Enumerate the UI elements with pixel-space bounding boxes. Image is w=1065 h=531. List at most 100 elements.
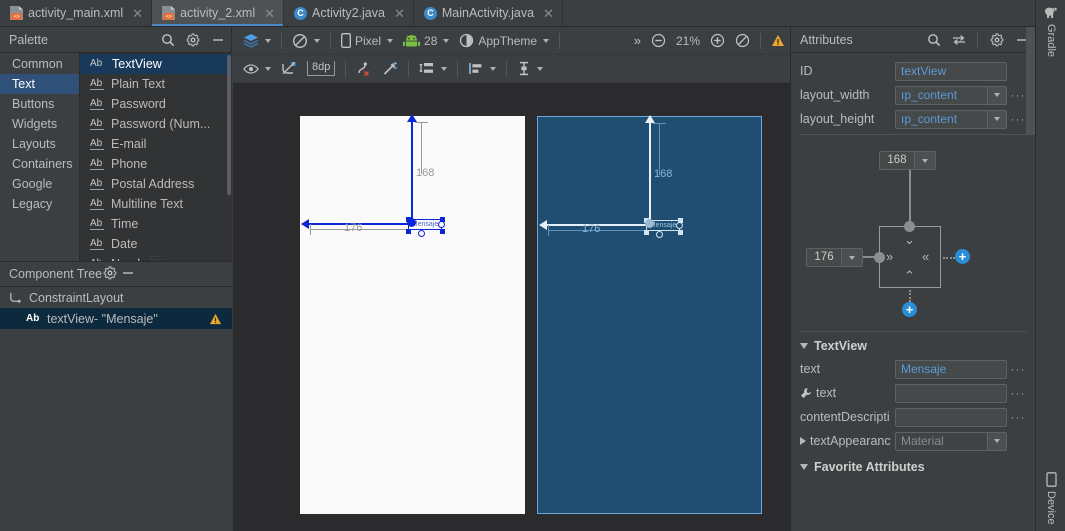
api-level-selector[interactable]: 28 — [398, 30, 454, 52]
tools-text-more-button[interactable]: ··· — [1007, 386, 1029, 400]
gear-icon[interactable] — [185, 32, 200, 47]
close-icon[interactable]: ✕ — [394, 7, 405, 20]
layout-width-combo[interactable]: ıp_content — [895, 86, 1007, 105]
palette-category-google[interactable]: Google — [0, 174, 79, 194]
layout-height-combo[interactable]: ıp_content — [895, 110, 1007, 129]
right-anchor[interactable] — [438, 221, 445, 228]
palette-item-phone[interactable]: Ab Phone — [80, 154, 232, 174]
tree-node-constraintlayout[interactable]: ConstraintLayout — [0, 287, 232, 308]
infer-constraints-button[interactable] — [377, 58, 403, 80]
zoom-out-button[interactable] — [646, 30, 671, 52]
theme-selector[interactable]: AppTheme — [454, 30, 554, 52]
minimize-icon[interactable] — [210, 32, 225, 47]
wrap-content-vertical-icon[interactable]: ⌄ — [904, 233, 915, 246]
toggle-view-icon[interactable] — [951, 32, 966, 47]
palette-category-common[interactable]: Common — [0, 54, 79, 74]
palette-item-multiline-text[interactable]: Ab Multiline Text — [80, 194, 232, 214]
resize-handle-br[interactable] — [678, 230, 683, 235]
palette-category-text[interactable]: Text — [0, 74, 79, 94]
text-more-button[interactable]: ··· — [1007, 362, 1029, 376]
palette-item-postal-address[interactable]: Ab Postal Address — [80, 174, 232, 194]
close-icon[interactable]: ✕ — [132, 7, 143, 20]
zoom-to-fit-button[interactable] — [730, 30, 755, 52]
search-icon[interactable] — [926, 32, 941, 47]
text-appearance-combo[interactable]: Material — [895, 432, 1007, 451]
editor-tab-3[interactable]: C MainActivity.java ✕ — [414, 0, 563, 26]
resize-handle-bl[interactable] — [406, 229, 411, 234]
editor-tab-2[interactable]: C Activity2.java ✕ — [284, 0, 414, 26]
palette-category-layouts[interactable]: Layouts — [0, 134, 79, 154]
right-anchor[interactable] — [676, 222, 683, 229]
resize-handle-bl[interactable] — [644, 230, 649, 235]
issue-warning-button[interactable] — [766, 30, 790, 52]
default-margin-button[interactable]: 8dp — [302, 58, 340, 80]
device-tool-tab[interactable]: Device — [1036, 472, 1065, 525]
distribute-button[interactable] — [512, 58, 548, 80]
toolbar-overflow-button[interactable]: » — [629, 30, 646, 52]
add-constraint-icon[interactable]: + — [955, 249, 970, 264]
add-constraint-icon[interactable]: + — [902, 302, 917, 317]
view-options-button[interactable] — [238, 58, 276, 80]
blueprint-preview[interactable]: 168 176 Mensaje — [537, 116, 762, 514]
device-selector[interactable]: Pixel — [336, 30, 398, 52]
constraint-widget[interactable]: 168 176 ⌄ ⌃ » « + + — [791, 138, 1035, 328]
textfield-icon: Ab — [90, 159, 104, 170]
top-margin-control[interactable]: 168 — [879, 151, 936, 170]
top-anchor[interactable] — [645, 219, 654, 228]
guidelines-button[interactable] — [414, 58, 452, 80]
tree-node-textview[interactable]: Ab textView- "Mensaje" — [0, 308, 232, 329]
palette-scrollbar[interactable] — [227, 55, 231, 195]
warning-icon[interactable] — [209, 313, 222, 325]
tools-text-field[interactable] — [895, 384, 1007, 403]
attr-label-layout-width: layout_width — [800, 88, 895, 102]
attributes-scrollbar[interactable] — [1026, 27, 1035, 135]
palette-category-legacy[interactable]: Legacy — [0, 194, 79, 214]
palette-item-password-numeric[interactable]: Ab Password (Num... — [80, 114, 232, 134]
top-anchor[interactable] — [407, 218, 416, 227]
editor-tab-0[interactable]: <> activity_main.xml ✕ — [0, 0, 152, 26]
id-field[interactable]: textView — [895, 62, 1007, 81]
close-icon[interactable]: ✕ — [264, 7, 275, 20]
text-field[interactable]: Mensaje — [895, 360, 1007, 379]
toolbar-divider — [457, 61, 458, 77]
bottom-anchor[interactable] — [656, 231, 663, 238]
editor-tab-1[interactable]: <> activity_2.xml ✕ — [152, 0, 284, 26]
wrap-content-vertical-icon[interactable]: ⌃ — [904, 269, 915, 282]
top-anchor-dot[interactable] — [904, 221, 915, 232]
gear-icon[interactable] — [102, 265, 117, 280]
attr-label-text-appearance[interactable]: textAppearanc — [800, 434, 895, 448]
left-margin-control[interactable]: 176 — [806, 248, 863, 267]
design-canvas[interactable]: 168 176 Mensaje 168 — [233, 83, 790, 531]
clear-constraints-button[interactable] — [351, 58, 377, 80]
palette-category-containers[interactable]: Containers — [0, 154, 79, 174]
palette-category-widgets[interactable]: Widgets — [0, 114, 79, 134]
orientation-button[interactable] — [287, 30, 325, 52]
palette-item-email[interactable]: Ab E-mail — [80, 134, 232, 154]
zoom-in-button[interactable] — [705, 30, 730, 52]
design-preview[interactable]: 168 176 Mensaje — [300, 116, 525, 514]
palette-category-buttons[interactable]: Buttons — [0, 94, 79, 114]
content-description-more-button[interactable]: ··· — [1007, 410, 1029, 424]
favorite-attributes-header[interactable]: Favorite Attributes — [791, 456, 1035, 478]
content-description-field[interactable] — [895, 408, 1007, 427]
palette-item-password[interactable]: Ab Password — [80, 94, 232, 114]
palette-item-plain-text[interactable]: Ab Plain Text — [80, 74, 232, 94]
palette-item-date[interactable]: Ab Date — [80, 234, 232, 254]
search-icon[interactable] — [160, 32, 175, 47]
wrap-content-horizontal-icon[interactable]: « — [922, 250, 929, 263]
palette-item-textview[interactable]: Ab TextView — [80, 54, 232, 74]
bottom-anchor[interactable] — [418, 230, 425, 237]
gradle-tool-tab[interactable]: Gradle — [1036, 6, 1065, 57]
design-surface-mode-button[interactable] — [238, 30, 276, 52]
zoom-out-icon — [651, 33, 666, 48]
minimize-icon[interactable] — [121, 265, 136, 280]
autoconnect-button[interactable] — [276, 58, 302, 80]
gear-icon[interactable] — [989, 32, 1004, 47]
align-button[interactable] — [463, 58, 501, 80]
textview-section-header[interactable]: TextView — [791, 335, 1035, 357]
wrap-content-horizontal-icon[interactable]: » — [886, 250, 893, 263]
resize-handle-br[interactable] — [440, 229, 445, 234]
close-icon[interactable]: ✕ — [543, 7, 554, 20]
left-anchor-dot[interactable] — [874, 252, 885, 263]
palette-item-time[interactable]: Ab Time — [80, 214, 232, 234]
